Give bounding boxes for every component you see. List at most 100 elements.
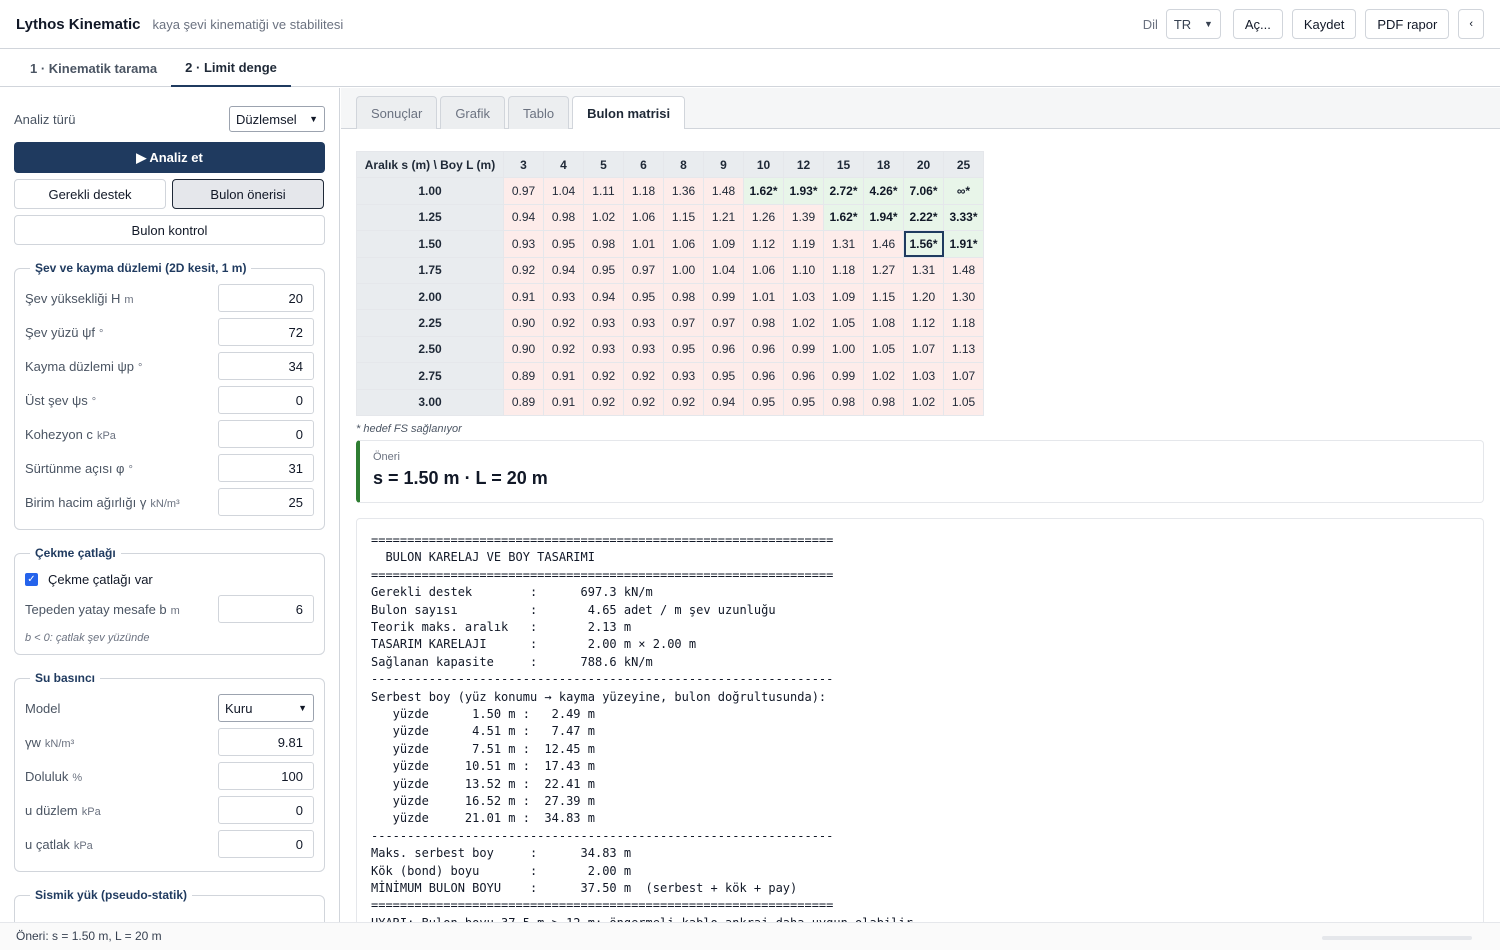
unit-weight-input[interactable]: 25 (218, 488, 314, 516)
matrix-cell[interactable]: 0.96 (703, 335, 744, 364)
matrix-cell[interactable]: 1.19 (783, 230, 824, 258)
matrix-cell[interactable]: ∞* (943, 177, 984, 205)
matrix-cell[interactable]: 1.15 (863, 282, 904, 311)
matrix-cell[interactable]: 0.98 (583, 230, 624, 258)
matrix-cell[interactable]: 1.06 (623, 203, 664, 232)
matrix-cell[interactable]: 0.97 (623, 256, 664, 284)
matrix-cell[interactable]: 0.99 (823, 362, 864, 390)
matrix-cell[interactable]: 0.96 (783, 362, 824, 390)
matrix-cell[interactable]: 1.04 (703, 256, 744, 284)
matrix-cell[interactable]: 1.31 (823, 230, 864, 258)
matrix-cell[interactable]: 0.92 (543, 335, 584, 364)
matrix-cell[interactable]: 0.90 (503, 309, 544, 337)
matrix-cell[interactable]: 0.91 (543, 388, 584, 416)
matrix-cell[interactable]: 1.07 (903, 335, 944, 364)
cohesion-input[interactable]: 0 (218, 420, 314, 448)
matrix-cell[interactable]: 0.90 (503, 335, 544, 364)
matrix-cell[interactable]: 0.95 (783, 388, 824, 416)
matrix-cell[interactable]: 1.06 (663, 230, 704, 258)
matrix-cell[interactable]: 0.97 (663, 309, 704, 337)
matrix-cell[interactable]: 0.95 (583, 256, 624, 284)
matrix-cell[interactable]: 0.93 (583, 335, 624, 364)
matrix-cell[interactable]: 1.12 (903, 309, 944, 337)
sliding-plane-angle-input[interactable]: 34 (218, 352, 314, 380)
tension-crack-checkbox-row[interactable]: ✓ Çekme çatlağı var (25, 566, 314, 592)
horizontal-scrollbar[interactable] (1322, 936, 1472, 940)
matrix-cell[interactable]: 0.94 (583, 282, 624, 311)
matrix-cell[interactable]: 1.02 (903, 388, 944, 416)
matrix-cell[interactable]: 0.93 (503, 230, 544, 258)
matrix-cell[interactable]: 1.03 (903, 362, 944, 390)
matrix-cell[interactable]: 1.39 (783, 203, 824, 232)
matrix-cell[interactable]: 1.56* (903, 230, 944, 258)
matrix-cell[interactable]: 0.91 (503, 282, 544, 311)
matrix-cell[interactable]: 1.91* (943, 230, 984, 258)
plane-pressure-input[interactable]: 0 (218, 796, 314, 824)
collapse-panel-button[interactable]: ‹ (1458, 9, 1484, 39)
matrix-cell[interactable]: 3.33* (943, 203, 984, 232)
matrix-cell[interactable]: 1.08 (863, 309, 904, 337)
matrix-cell[interactable]: 0.93 (663, 362, 704, 390)
matrix-cell[interactable]: 1.03 (783, 282, 824, 311)
matrix-cell[interactable]: 1.48 (703, 177, 744, 205)
matrix-cell[interactable]: 1.09 (703, 230, 744, 258)
matrix-cell[interactable]: 0.95 (743, 388, 784, 416)
matrix-cell[interactable]: 1.21 (703, 203, 744, 232)
analysis-type-select[interactable]: Düzlemsel ▼ (229, 106, 325, 132)
matrix-cell[interactable]: 1.18 (943, 309, 984, 337)
bolt-suggestion-button[interactable]: Bulon önerisi (172, 179, 324, 209)
matrix-cell[interactable]: 1.62* (743, 177, 784, 205)
matrix-cell[interactable]: 0.98 (863, 388, 904, 416)
matrix-cell[interactable]: 0.89 (503, 388, 544, 416)
matrix-cell[interactable]: 1.36 (663, 177, 704, 205)
save-button[interactable]: Kaydet (1291, 9, 1357, 39)
matrix-cell[interactable]: 0.98 (663, 282, 704, 311)
crack-pressure-input[interactable]: 0 (218, 830, 314, 858)
water-model-select[interactable]: Kuru ▼ (218, 694, 314, 722)
matrix-cell[interactable]: 1.00 (663, 256, 704, 284)
matrix-cell[interactable]: 1.07 (943, 362, 984, 390)
matrix-cell[interactable]: 0.94 (543, 256, 584, 284)
matrix-cell[interactable]: 1.93* (783, 177, 824, 205)
bolt-check-button[interactable]: Bulon kontrol (14, 215, 325, 245)
matrix-cell[interactable]: 0.95 (623, 282, 664, 311)
matrix-cell[interactable]: 1.15 (663, 203, 704, 232)
matrix-cell[interactable]: 1.94* (863, 203, 904, 232)
matrix-cell[interactable]: 0.95 (543, 230, 584, 258)
matrix-cell[interactable]: 1.13 (943, 335, 984, 364)
matrix-cell[interactable]: 7.06* (903, 177, 944, 205)
water-unit-weight-input[interactable]: 9.81 (218, 728, 314, 756)
tension-crack-checkbox[interactable]: ✓ (25, 572, 38, 586)
matrix-cell[interactable]: 1.05 (863, 335, 904, 364)
matrix-cell[interactable]: 0.97 (703, 309, 744, 337)
matrix-cell[interactable]: 0.99 (703, 282, 744, 311)
matrix-cell[interactable]: 1.31 (903, 256, 944, 284)
friction-angle-input[interactable]: 31 (218, 454, 314, 482)
matrix-cell[interactable]: 1.62* (823, 203, 864, 232)
matrix-cell[interactable]: 1.10 (783, 256, 824, 284)
matrix-cell[interactable]: 0.91 (543, 362, 584, 390)
matrix-cell[interactable]: 0.95 (703, 362, 744, 390)
upper-slope-angle-input[interactable]: 0 (218, 386, 314, 414)
matrix-cell[interactable]: 1.05 (943, 388, 984, 416)
matrix-cell[interactable]: 1.18 (823, 256, 864, 284)
matrix-cell[interactable]: 1.01 (743, 282, 784, 311)
tab-chart[interactable]: Grafik (440, 96, 505, 129)
analyze-button[interactable]: ▶ Analiz et (14, 142, 325, 173)
matrix-cell[interactable]: 0.89 (503, 362, 544, 390)
matrix-cell[interactable]: 1.11 (583, 177, 624, 205)
tab-kinematik-tarama[interactable]: 1 · Kinematik tarama (16, 49, 171, 87)
matrix-cell[interactable]: 0.93 (623, 335, 664, 364)
matrix-cell[interactable]: 1.12 (743, 230, 784, 258)
open-button[interactable]: Aç... (1232, 9, 1283, 39)
crack-distance-input[interactable]: 6 (218, 595, 314, 623)
matrix-cell[interactable]: 1.06 (743, 256, 784, 284)
matrix-cell[interactable]: 1.30 (943, 282, 984, 311)
matrix-cell[interactable]: 1.00 (823, 335, 864, 364)
matrix-cell[interactable]: 1.01 (623, 230, 664, 258)
pdf-report-button[interactable]: PDF rapor (1365, 9, 1450, 39)
matrix-cell[interactable]: 0.96 (743, 362, 784, 390)
matrix-cell[interactable]: 0.92 (543, 309, 584, 337)
matrix-cell[interactable]: 0.93 (623, 309, 664, 337)
matrix-cell[interactable]: 1.02 (583, 203, 624, 232)
